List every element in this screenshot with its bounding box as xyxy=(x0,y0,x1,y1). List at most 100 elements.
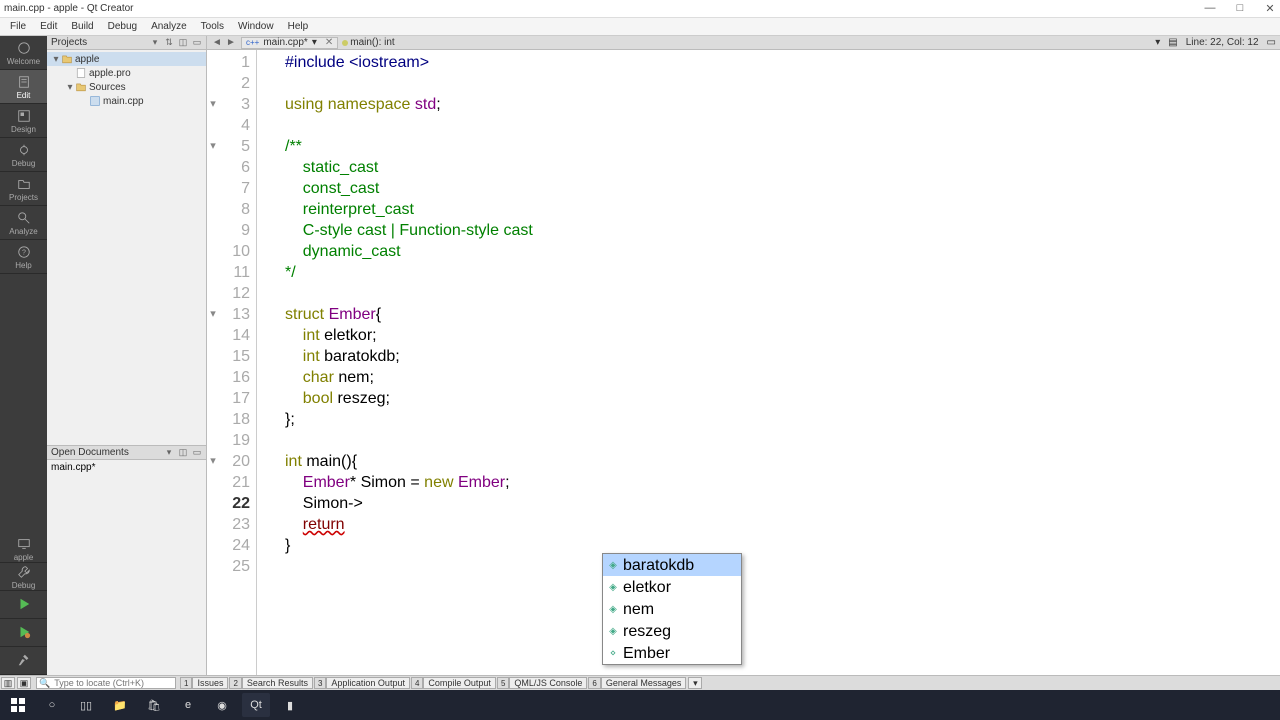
mode-analyze[interactable]: Analyze xyxy=(0,206,47,240)
terminal-icon[interactable]: ▮ xyxy=(276,693,304,717)
output-menu-button[interactable]: ▾ xyxy=(688,677,702,689)
build-button[interactable] xyxy=(0,647,47,675)
output-tab-search-results[interactable]: Search Results xyxy=(242,677,313,689)
close-pane-icon[interactable]: ▭ xyxy=(192,38,202,48)
output-tab-application-output[interactable]: Application Output xyxy=(326,677,410,689)
mode-bar: WelcomeEditDesignDebugProjectsAnalyze?He… xyxy=(0,36,47,675)
tree-item[interactable]: main.cpp xyxy=(47,94,206,108)
autocomplete-item[interactable]: ◈baratokdb xyxy=(603,554,741,576)
autocomplete-item[interactable]: ◈nem xyxy=(603,598,741,620)
play-icon xyxy=(16,596,32,612)
help-icon: ? xyxy=(16,244,32,260)
mode-welcome[interactable]: Welcome xyxy=(0,36,47,70)
cpp-file-icon: c++ xyxy=(246,38,259,47)
toggle-output-button[interactable]: ▣ xyxy=(17,677,31,689)
close-file-icon[interactable]: ✕ xyxy=(325,37,333,48)
split-editor-icon[interactable]: ▤ xyxy=(1168,37,1177,48)
chrome-icon[interactable]: ◉ xyxy=(208,693,236,717)
editor-toolbar: ◄ ► c++ main.cpp* ▾ ✕ main(): int ▾ ▤ Li… xyxy=(207,36,1280,50)
menubar: FileEditBuildDebugAnalyzeToolsWindowHelp xyxy=(0,18,1280,36)
sync-icon[interactable]: ⇅ xyxy=(164,38,174,48)
search-icon: 🔍 xyxy=(37,678,52,689)
output-tab-num: 6 xyxy=(588,677,600,689)
autocomplete-item[interactable]: ◈reszeg xyxy=(603,620,741,642)
menu-edit[interactable]: Edit xyxy=(34,21,63,32)
locator[interactable]: 🔍 xyxy=(36,677,176,689)
build-config[interactable]: Debug xyxy=(0,563,47,591)
code-editor[interactable]: 123▾45▾678910111213▾14151617181920▾21222… xyxy=(207,50,1280,675)
output-tab-general-messages[interactable]: General Messages xyxy=(601,677,687,689)
menu-build[interactable]: Build xyxy=(65,21,99,32)
project-selector[interactable]: apple xyxy=(0,535,47,563)
member-icon: ◈ xyxy=(607,559,619,571)
locator-input[interactable] xyxy=(52,678,175,688)
tree-item[interactable]: ▾apple xyxy=(47,52,206,66)
opendoc-item[interactable]: main.cpp* xyxy=(51,462,202,473)
explorer-icon[interactable]: 📁 xyxy=(106,693,134,717)
svg-text:?: ? xyxy=(22,249,26,256)
filter-icon[interactable]: ▾ xyxy=(150,38,160,48)
play-debug-icon xyxy=(16,624,32,640)
split-icon[interactable]: ◫ xyxy=(178,38,188,48)
toggle-sidebar-button[interactable]: ▥ xyxy=(1,677,15,689)
menu-help[interactable]: Help xyxy=(282,21,315,32)
monitor-icon xyxy=(16,536,32,552)
minimize-button[interactable]: — xyxy=(1204,2,1216,15)
opendocs-menu-icon[interactable]: ▾ xyxy=(164,448,174,458)
output-tab-qml-js-console[interactable]: QML/JS Console xyxy=(509,677,587,689)
output-tab-issues[interactable]: Issues xyxy=(192,677,228,689)
nav-fwd-icon[interactable]: ► xyxy=(225,38,237,48)
opendocs-close-icon[interactable]: ▭ xyxy=(192,448,202,458)
output-tab-compile-output[interactable]: Compile Output xyxy=(423,677,496,689)
output-tab-num: 5 xyxy=(497,677,509,689)
hammer-icon xyxy=(16,652,32,668)
member-icon: ⋄ xyxy=(607,647,619,659)
output-tab-num: 4 xyxy=(411,677,423,689)
debug-icon xyxy=(16,142,32,158)
mode-help[interactable]: ?Help xyxy=(0,240,47,274)
tree-item[interactable]: ▾Sources xyxy=(47,80,206,94)
project-tree: ▾appleapple.pro▾Sourcesmain.cpp xyxy=(47,50,206,445)
side-panel: Projects ▾ ⇅ ◫ ▭ ▾appleapple.pro▾Sources… xyxy=(47,36,207,675)
start-button[interactable] xyxy=(4,693,32,717)
autocomplete-item[interactable]: ⋄Ember xyxy=(603,642,741,664)
opendocs-split-icon[interactable]: ◫ xyxy=(178,448,188,458)
edge-icon[interactable]: e xyxy=(174,693,202,717)
cursor-position: Line: 22, Col: 12 xyxy=(1186,37,1259,48)
analyze-icon xyxy=(16,210,32,226)
maximize-button[interactable]: □ xyxy=(1234,2,1246,15)
menu-file[interactable]: File xyxy=(4,21,32,32)
code-content[interactable]: #include <iostream>using namespace std;/… xyxy=(257,50,1280,675)
taskview-icon[interactable]: ▯▯ xyxy=(72,693,100,717)
nav-back-icon[interactable]: ◄ xyxy=(211,38,223,48)
debug-run-button[interactable] xyxy=(0,619,47,647)
projects-pane-header: Projects ▾ ⇅ ◫ ▭ xyxy=(47,36,206,50)
edit-icon xyxy=(16,74,32,90)
cortana-icon[interactable]: ○ xyxy=(38,693,66,717)
status-bar: ▥ ▣ 🔍 1Issues2Search Results3Application… xyxy=(0,675,1280,690)
chevron-down-icon[interactable]: ▾ xyxy=(1155,37,1160,48)
folder-icon xyxy=(61,53,73,65)
qtcreator-icon[interactable]: Qt xyxy=(242,693,270,717)
menu-debug[interactable]: Debug xyxy=(102,21,143,32)
titlebar: main.cpp - apple - Qt Creator — □ ✕ xyxy=(0,0,1280,18)
close-editor-icon[interactable]: ▭ xyxy=(1267,37,1276,48)
mode-debug[interactable]: Debug xyxy=(0,138,47,172)
autocomplete-item[interactable]: ◈eletkor xyxy=(603,576,741,598)
symbol-selector[interactable]: main(): int xyxy=(342,37,394,48)
member-icon: ◈ xyxy=(607,625,619,637)
mode-design[interactable]: Design xyxy=(0,104,47,138)
opendocs-header: Open Documents ▾ ◫ ▭ xyxy=(47,446,206,460)
file-selector-chevron-icon: ▾ xyxy=(312,37,317,48)
file-selector[interactable]: c++ main.cpp* ▾ ✕ xyxy=(241,37,338,49)
menu-window[interactable]: Window xyxy=(232,21,280,32)
store-icon[interactable]: 🛍 xyxy=(140,693,168,717)
mode-edit[interactable]: Edit xyxy=(0,70,47,104)
run-button[interactable] xyxy=(0,591,47,619)
editor-area: ◄ ► c++ main.cpp* ▾ ✕ main(): int ▾ ▤ Li… xyxy=(207,36,1280,675)
mode-projects[interactable]: Projects xyxy=(0,172,47,206)
menu-analyze[interactable]: Analyze xyxy=(145,21,193,32)
menu-tools[interactable]: Tools xyxy=(195,21,230,32)
tree-item[interactable]: apple.pro xyxy=(47,66,206,80)
close-button[interactable]: ✕ xyxy=(1264,2,1276,15)
